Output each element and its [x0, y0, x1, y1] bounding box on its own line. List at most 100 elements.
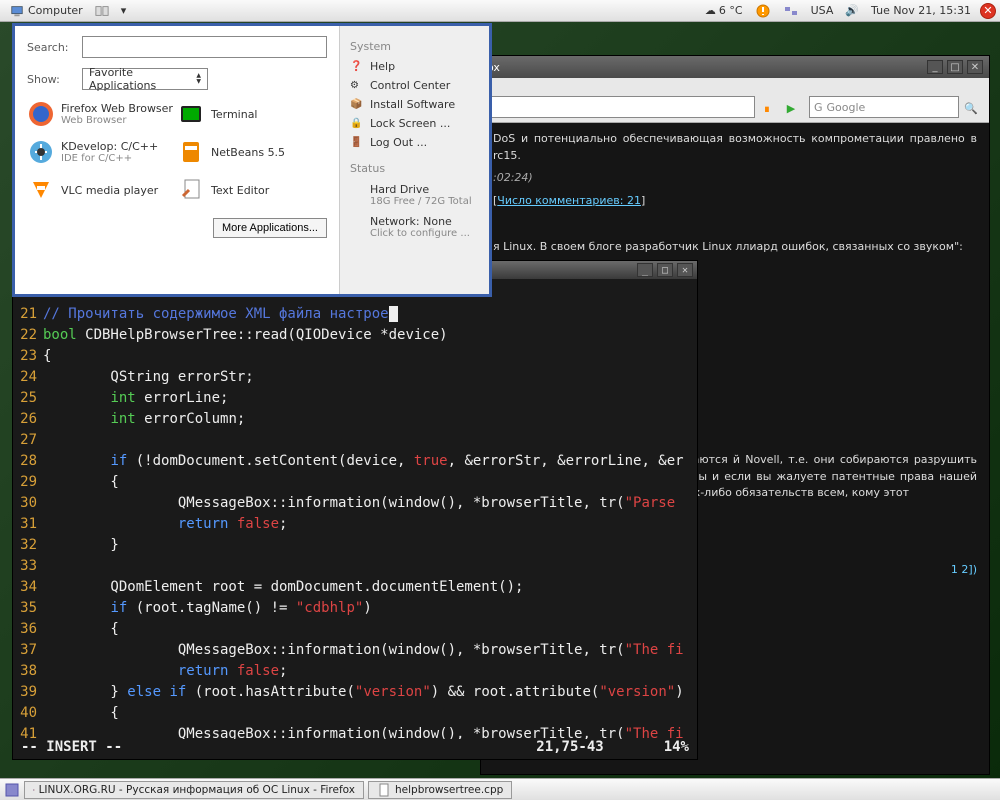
desktop-icon: [5, 783, 19, 797]
line-number: 34: [13, 577, 43, 598]
minimize-button[interactable]: _: [927, 60, 943, 74]
code-text: // Прочитать содержимое XML файла настро…: [43, 304, 697, 325]
go-button[interactable]: ▶: [781, 98, 801, 118]
app-item[interactable]: VLC media player: [27, 176, 177, 204]
system-item-label: Help: [370, 60, 395, 73]
app-item[interactable]: Terminal: [177, 100, 327, 128]
code-line: 30 QMessageBox::information(window(), *b…: [13, 493, 697, 514]
logout-button[interactable]: ✕: [980, 3, 996, 19]
code-line: 35 if (root.tagName() != "cdbhlp"): [13, 598, 697, 619]
code-line: 39 } else if (root.hasAttribute("version…: [13, 682, 697, 703]
line-number: 30: [13, 493, 43, 514]
weather-applet[interactable]: ☁ 6 °C: [702, 4, 746, 17]
line-number: 31: [13, 514, 43, 535]
task-label: LINUX.ORG.RU - Русская информация об ОС …: [39, 784, 355, 796]
quick-launch-button[interactable]: [89, 2, 115, 20]
clock-applet[interactable]: Tue Nov 21, 15:31: [868, 4, 974, 17]
weather-text: 6 °C: [719, 4, 743, 17]
code-line: 21// Прочитать содержимое XML файла наст…: [13, 304, 697, 325]
system-section-label: System: [350, 40, 479, 53]
system-item[interactable]: 🔒Lock Screen ...: [350, 114, 479, 133]
rss-icon[interactable]: ∎: [757, 98, 777, 118]
update-applet[interactable]: [752, 3, 774, 19]
show-desktop-button[interactable]: [4, 782, 20, 798]
code-line: 27: [13, 430, 697, 451]
code-line: 28 if (!domDocument.setContent(device, t…: [13, 451, 697, 472]
search-input[interactable]: G Google: [809, 96, 959, 118]
code-line: 36 {: [13, 619, 697, 640]
app-item[interactable]: Firefox Web Browser Web Browser: [27, 100, 177, 128]
computer-menu-button[interactable]: Computer: [4, 2, 89, 20]
close-button[interactable]: ✕: [677, 263, 693, 277]
code-text: QMessageBox::information(window(), *brow…: [43, 493, 697, 514]
volume-icon: 🔊: [845, 4, 859, 17]
dropdown-button[interactable]: ▾: [115, 2, 133, 19]
volume-applet[interactable]: 🔊: [842, 4, 862, 17]
editor-percent: 14%: [664, 739, 689, 759]
code-text: } else if (root.hasAttribute("version") …: [43, 682, 697, 703]
network-icon: [783, 3, 799, 19]
comments-link[interactable]: Число комментариев: 21: [497, 194, 641, 207]
harddrive-status[interactable]: Hard Drive 18G Free / 72G Total: [350, 179, 479, 211]
bottom-panel: LINUX.ORG.RU - Русская информация об ОС …: [0, 778, 1000, 800]
update-icon: [755, 3, 771, 19]
app-item[interactable]: Text Editor: [177, 176, 327, 204]
system-item[interactable]: ⚙ Control Center: [350, 76, 479, 95]
browser-titlebar[interactable]: ox _ □ ✕: [481, 56, 989, 78]
task-firefox[interactable]: LINUX.ORG.RU - Русская информация об ОС …: [24, 781, 364, 799]
code-text: int errorLine;: [43, 388, 697, 409]
close-button[interactable]: ✕: [967, 60, 983, 74]
app-title: KDevelop: C/C++: [61, 140, 158, 153]
system-item-label: Control Center: [370, 79, 450, 92]
app-icon: [27, 100, 55, 128]
line-number: 27: [13, 430, 43, 451]
line-number: 28: [13, 451, 43, 472]
app-subtitle: Web Browser: [61, 115, 173, 126]
cloud-icon: ☁: [705, 4, 716, 17]
keyboard-text: USA: [811, 4, 834, 17]
code-text: if (!domDocument.setContent(device, true…: [43, 451, 697, 472]
line-number: 21: [13, 304, 43, 325]
maximize-button[interactable]: □: [657, 263, 673, 277]
search-go-icon[interactable]: 🔍: [961, 98, 981, 118]
menu-search-input[interactable]: [82, 36, 327, 58]
status-section-label: Status: [350, 162, 479, 175]
code-text: [43, 430, 697, 451]
search-label: Search:: [27, 41, 82, 54]
system-item[interactable]: 📦Install Software: [350, 95, 479, 114]
system-item-label: Lock Screen ...: [370, 117, 450, 130]
system-item-icon: ❓: [350, 61, 364, 72]
code-line: 31 return false;: [13, 514, 697, 535]
system-item[interactable]: ❓ Help: [350, 57, 479, 76]
more-applications-button[interactable]: More Applications...: [213, 218, 327, 238]
code-line: 25 int errorLine;: [13, 388, 697, 409]
line-number: 22: [13, 325, 43, 346]
app-item[interactable]: NetBeans 5.5: [177, 138, 327, 166]
maximize-button[interactable]: □: [947, 60, 963, 74]
system-item[interactable]: 🚪Log Out ...: [350, 133, 479, 152]
document-icon: [377, 783, 391, 797]
minimize-button[interactable]: _: [637, 263, 653, 277]
code-text: int errorColumn;: [43, 409, 697, 430]
line-number: 39: [13, 682, 43, 703]
app-item[interactable]: KDevelop: C/C++ IDE for C/C++: [27, 138, 177, 166]
main-menu: Search: Show: Favorite Applications ▲▼ F…: [12, 23, 492, 297]
keyboard-applet[interactable]: USA: [808, 4, 837, 17]
code-text: {: [43, 346, 697, 367]
line-number: 29: [13, 472, 43, 493]
search-placeholder: Google: [827, 101, 866, 114]
line-number: 32: [13, 535, 43, 556]
url-input[interactable]: [487, 96, 755, 118]
system-item-icon: 📦: [350, 99, 364, 110]
system-item-icon: ⚙: [350, 80, 364, 91]
network-applet[interactable]: [780, 3, 802, 19]
network-status[interactable]: Network: None Click to configure ...: [350, 211, 479, 243]
code-text: if (root.tagName() != "cdbhlp"): [43, 598, 697, 619]
editor-content[interactable]: 2021// Прочитать содержимое XML файла на…: [13, 279, 697, 749]
app-icon: [177, 138, 205, 166]
line-number: 40: [13, 703, 43, 724]
show-combo[interactable]: Favorite Applications ▲▼: [82, 68, 208, 90]
line-number: 23: [13, 346, 43, 367]
editor-statusbar: -- INSERT -- 21,75-43 14%: [13, 739, 697, 759]
task-editor[interactable]: helpbrowsertree.cpp: [368, 781, 512, 799]
